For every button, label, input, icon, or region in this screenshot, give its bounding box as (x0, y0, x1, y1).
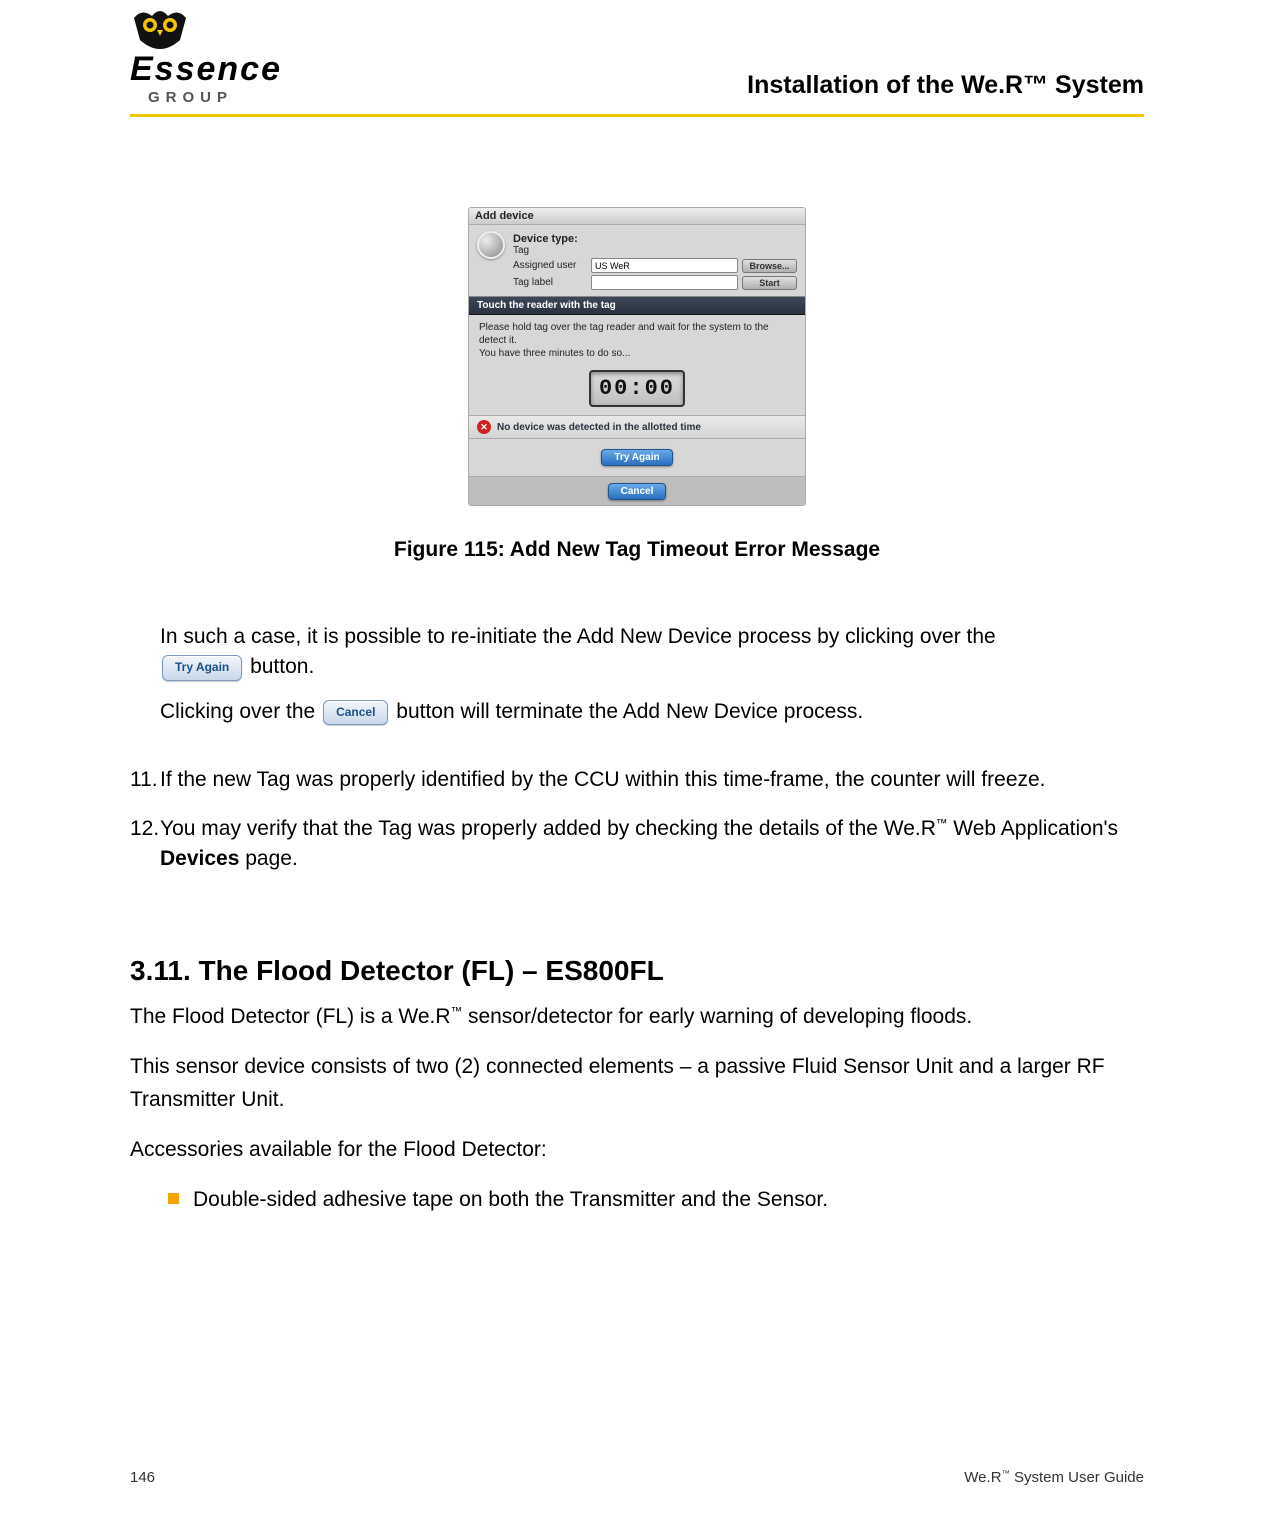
item-12-text: You may verify that the Tag was properly… (160, 814, 1144, 875)
cancel-button[interactable]: Cancel (608, 483, 667, 500)
try-again-text-2: button. (250, 655, 314, 678)
footer-guide-title: We.R™ System User Guide (964, 1469, 1144, 1486)
bullet-item-1: Double-sided adhesive tape on both the T… (168, 1185, 1144, 1215)
add-device-dialog: Add device Device type: Tag Assigned use… (468, 207, 806, 506)
try-again-text-1: In such a case, it is possible to re-ini… (160, 625, 996, 648)
numbered-list: 11. If the new Tag was properly identifi… (130, 765, 1144, 874)
tag-icon (477, 231, 505, 259)
assigned-user-label: Assigned user (513, 260, 587, 271)
error-icon (477, 420, 491, 434)
section-body: The Flood Detector (FL) is a We.R™ senso… (130, 1001, 1144, 1216)
browse-button[interactable]: Browse... (742, 259, 797, 273)
brand-logo: Essence GROUP (130, 10, 290, 106)
body-paragraphs: In such a case, it is possible to re-ini… (160, 622, 1144, 727)
item-11-text: If the new Tag was properly identified b… (160, 765, 1144, 795)
header-title: Installation of the We.R™ System (747, 71, 1144, 106)
cancel-text-1: Clicking over the (160, 700, 321, 723)
owl-icon (130, 10, 190, 54)
brand-name: Essence (130, 50, 290, 89)
bullet-1-text: Double-sided adhesive tape on both the T… (193, 1185, 828, 1215)
footer-page-number: 146 (130, 1469, 155, 1486)
section-p3: Accessories available for the Flood Dete… (130, 1134, 1144, 1167)
start-button[interactable]: Start (742, 276, 797, 290)
cancel-text-2: button will terminate the Add New Device… (396, 700, 863, 723)
brand-sub: GROUP (148, 89, 290, 106)
section-p2: This sensor device consists of two (2) c… (130, 1051, 1144, 1116)
item-12-number: 12. (130, 814, 160, 875)
dialog-error-row: No device was detected in the allotted t… (469, 415, 805, 439)
cancel-inline-button[interactable]: Cancel (323, 700, 388, 725)
page-footer: 146 We.R™ System User Guide (130, 1469, 1144, 1486)
device-type-value: Tag (513, 245, 529, 256)
countdown-timer: 00:00 (589, 370, 685, 407)
section-heading: 3.11. The Flood Detector (FL) – ES800FL (130, 955, 1144, 987)
dialog-instruction-bar: Touch the reader with the tag (469, 296, 805, 315)
dialog-title: Add device (469, 208, 805, 225)
try-again-button[interactable]: Try Again (601, 449, 672, 466)
assigned-user-input[interactable] (591, 258, 738, 273)
section-p1: The Flood Detector (FL) is a We.R™ senso… (130, 1001, 1144, 1034)
tag-label-label: Tag label (513, 277, 587, 288)
tag-label-input[interactable] (591, 275, 738, 290)
header-rule (130, 114, 1144, 117)
item-11-number: 11. (130, 765, 160, 795)
device-type-label: Device type: (513, 233, 578, 245)
page-header: Essence GROUP Installation of the We.R™ … (130, 0, 1144, 106)
figure-caption: Figure 115: Add New Tag Timeout Error Me… (130, 538, 1144, 562)
dialog-error-text: No device was detected in the allotted t… (497, 422, 701, 433)
try-again-inline-button[interactable]: Try Again (162, 655, 242, 680)
dialog-instruction-text: Please hold tag over the tag reader and … (477, 315, 797, 366)
square-bullet-icon (168, 1193, 179, 1204)
add-device-dialog-figure: Add device Device type: Tag Assigned use… (468, 207, 806, 506)
